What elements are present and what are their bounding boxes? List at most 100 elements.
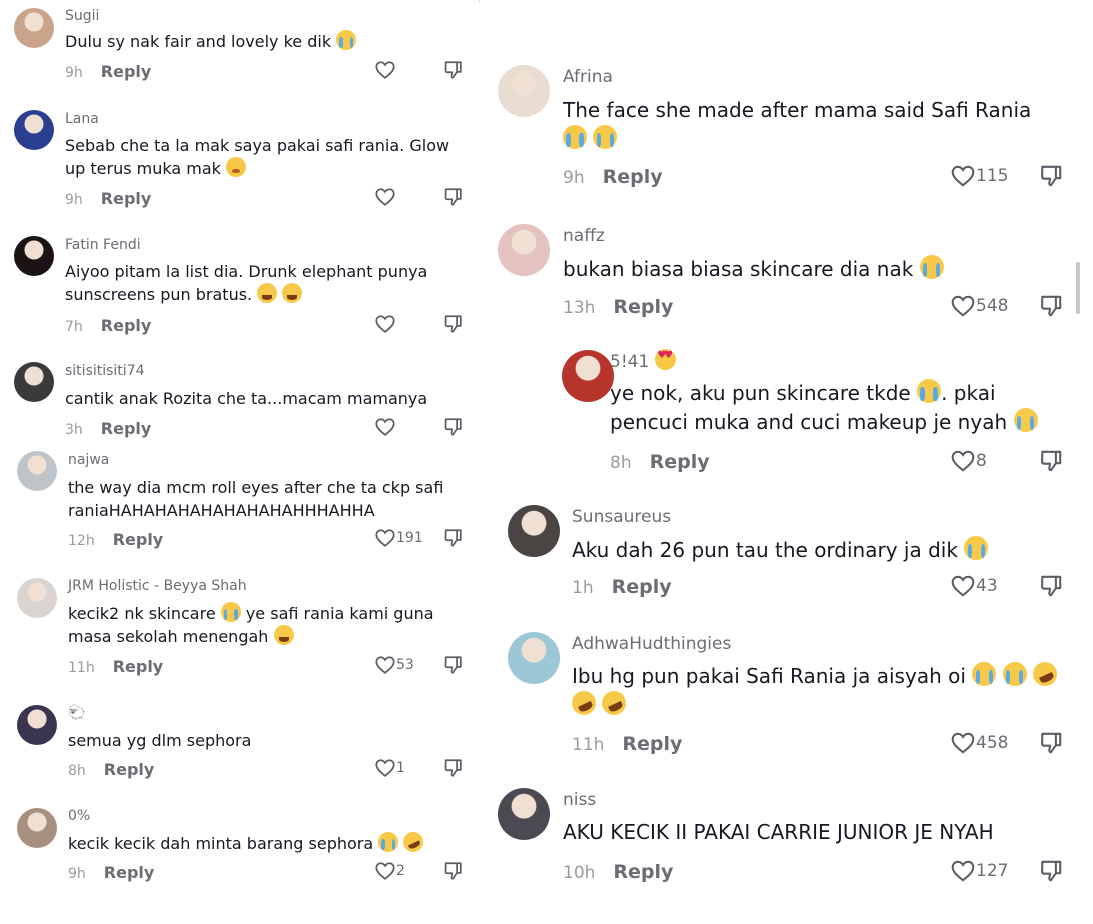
like-button[interactable]: 548	[950, 293, 1008, 319]
reply-button[interactable]: Reply	[613, 296, 673, 318]
heart-outline-icon	[375, 418, 395, 436]
avatar[interactable]	[14, 110, 54, 150]
like-button[interactable]: 115	[950, 163, 1008, 189]
like-button[interactable]	[374, 313, 396, 335]
dislike-button[interactable]	[442, 860, 464, 886]
reply-button[interactable]: Reply	[603, 166, 663, 188]
username[interactable]: Lana	[65, 111, 99, 127]
like-button[interactable]: 127	[950, 858, 1008, 884]
dislike-button[interactable]	[1038, 858, 1064, 888]
comment-text: ye nok, aku pun skincare tkde . pkai pen…	[610, 379, 1050, 437]
thumbs-down-icon	[1041, 732, 1062, 754]
avatar[interactable]	[498, 224, 550, 276]
dislike-button[interactable]	[442, 186, 464, 212]
avatar[interactable]	[562, 350, 614, 402]
avatar[interactable]	[498, 65, 550, 117]
username[interactable]: Fatin Fendi	[65, 237, 141, 253]
tears-of-joy-emoji	[273, 625, 294, 646]
avatar[interactable]	[17, 578, 57, 618]
dislike-button[interactable]	[1038, 448, 1064, 478]
reply-button[interactable]: Reply	[113, 530, 164, 549]
like-button[interactable]: 1	[374, 757, 405, 779]
avatar[interactable]	[498, 788, 550, 840]
reply-button[interactable]: Reply	[104, 863, 155, 882]
comment-text: semua yg dlm sephora	[68, 731, 252, 750]
heart-outline-icon	[951, 295, 975, 317]
comment-text: Ibu hg pun pakai Safi Rania ja aisyah oi	[568, 658, 1062, 720]
username[interactable]: sitisitisiti74	[65, 363, 145, 379]
reply-button[interactable]: Reply	[113, 657, 164, 676]
avatar[interactable]	[17, 705, 57, 745]
crying-face-emoji	[917, 379, 942, 403]
thumbs-down-icon	[1041, 165, 1062, 187]
username[interactable]: Afrina	[563, 67, 613, 87]
crying-face-emoji	[919, 255, 944, 279]
comment-text: bukan biasa biasa skincare dia nak	[563, 255, 1053, 284]
dislike-button[interactable]	[1038, 730, 1064, 760]
comment-text: kecik2 nk skincare ye safi rania kami gu…	[68, 602, 434, 647]
comment-meta: 12h Reply	[68, 530, 163, 549]
reply-button[interactable]: Reply	[613, 861, 673, 883]
like-button[interactable]: 191	[374, 527, 423, 549]
username[interactable]: Sugii	[65, 8, 99, 24]
like-button[interactable]	[374, 59, 396, 81]
reply-button[interactable]: Reply	[622, 733, 682, 755]
heart-outline-icon	[951, 575, 975, 597]
dislike-button[interactable]	[442, 654, 464, 680]
dislike-button[interactable]	[442, 313, 464, 339]
avatar[interactable]	[17, 451, 57, 491]
dislike-button[interactable]	[442, 59, 464, 85]
username[interactable]: Sunsaureus	[572, 507, 671, 527]
reply-button[interactable]: Reply	[101, 419, 152, 438]
crying-face-emoji	[1013, 408, 1038, 432]
like-button[interactable]: 458	[950, 730, 1008, 756]
dislike-button[interactable]	[1038, 573, 1064, 603]
reply-button[interactable]: Reply	[101, 62, 152, 81]
like-count: 191	[396, 530, 423, 546]
timestamp: 1h	[572, 578, 594, 598]
comment-text: kecik kecik dah minta barang sephora	[68, 828, 458, 856]
rofl-emoji	[400, 828, 427, 856]
dislike-button[interactable]	[442, 527, 464, 553]
reply-button[interactable]: Reply	[101, 316, 152, 335]
dislike-button[interactable]	[442, 416, 464, 442]
avatar[interactable]	[14, 362, 54, 402]
reply-button[interactable]: Reply	[650, 451, 710, 473]
reply-button[interactable]: Reply	[612, 576, 672, 598]
username[interactable]: 🐑	[68, 705, 85, 721]
dislike-button[interactable]	[1038, 293, 1064, 323]
like-button[interactable]: 53	[374, 654, 414, 676]
reply-button[interactable]: Reply	[101, 189, 152, 208]
like-button[interactable]	[374, 416, 396, 438]
username[interactable]: JRM Holistic - Beyya Shah	[68, 578, 247, 594]
scrollbar[interactable]	[1076, 262, 1080, 314]
avatar[interactable]	[14, 236, 54, 276]
comment-text: the way dia mcm roll eyes after che ta c…	[68, 478, 444, 521]
like-button[interactable]	[374, 186, 396, 208]
username[interactable]: 0%	[68, 808, 90, 824]
username[interactable]: naffz	[563, 226, 605, 246]
column-divider	[479, 0, 480, 3]
like-button[interactable]: 2	[374, 860, 405, 882]
avatar[interactable]	[508, 632, 560, 684]
timestamp: 9h	[563, 168, 585, 188]
comment-meta: 1h Reply	[572, 576, 672, 598]
avatar[interactable]	[17, 808, 57, 848]
avatar[interactable]	[508, 505, 560, 557]
username[interactable]: najwa	[68, 452, 109, 468]
reply-button[interactable]: Reply	[104, 760, 155, 779]
like-button[interactable]: 43	[950, 573, 998, 599]
username[interactable]: 5!41	[610, 349, 676, 372]
heart-outline-icon	[375, 188, 395, 206]
like-button[interactable]: 8	[950, 448, 987, 474]
username[interactable]: niss	[563, 790, 596, 810]
dislike-button[interactable]	[442, 757, 464, 783]
comment-text: Dulu sy nak fair and lovely ke dik	[65, 30, 455, 53]
comment-meta: 9h Reply	[563, 166, 663, 188]
comment-meta: 13h Reply	[563, 296, 673, 318]
dislike-button[interactable]	[1038, 163, 1064, 193]
comment-text: Sebab che ta la mak saya pakai safi rani…	[65, 136, 450, 179]
username[interactable]: AdhwaHudthingies	[572, 634, 731, 654]
avatar[interactable]	[14, 8, 54, 48]
crying-face-emoji	[336, 30, 357, 50]
